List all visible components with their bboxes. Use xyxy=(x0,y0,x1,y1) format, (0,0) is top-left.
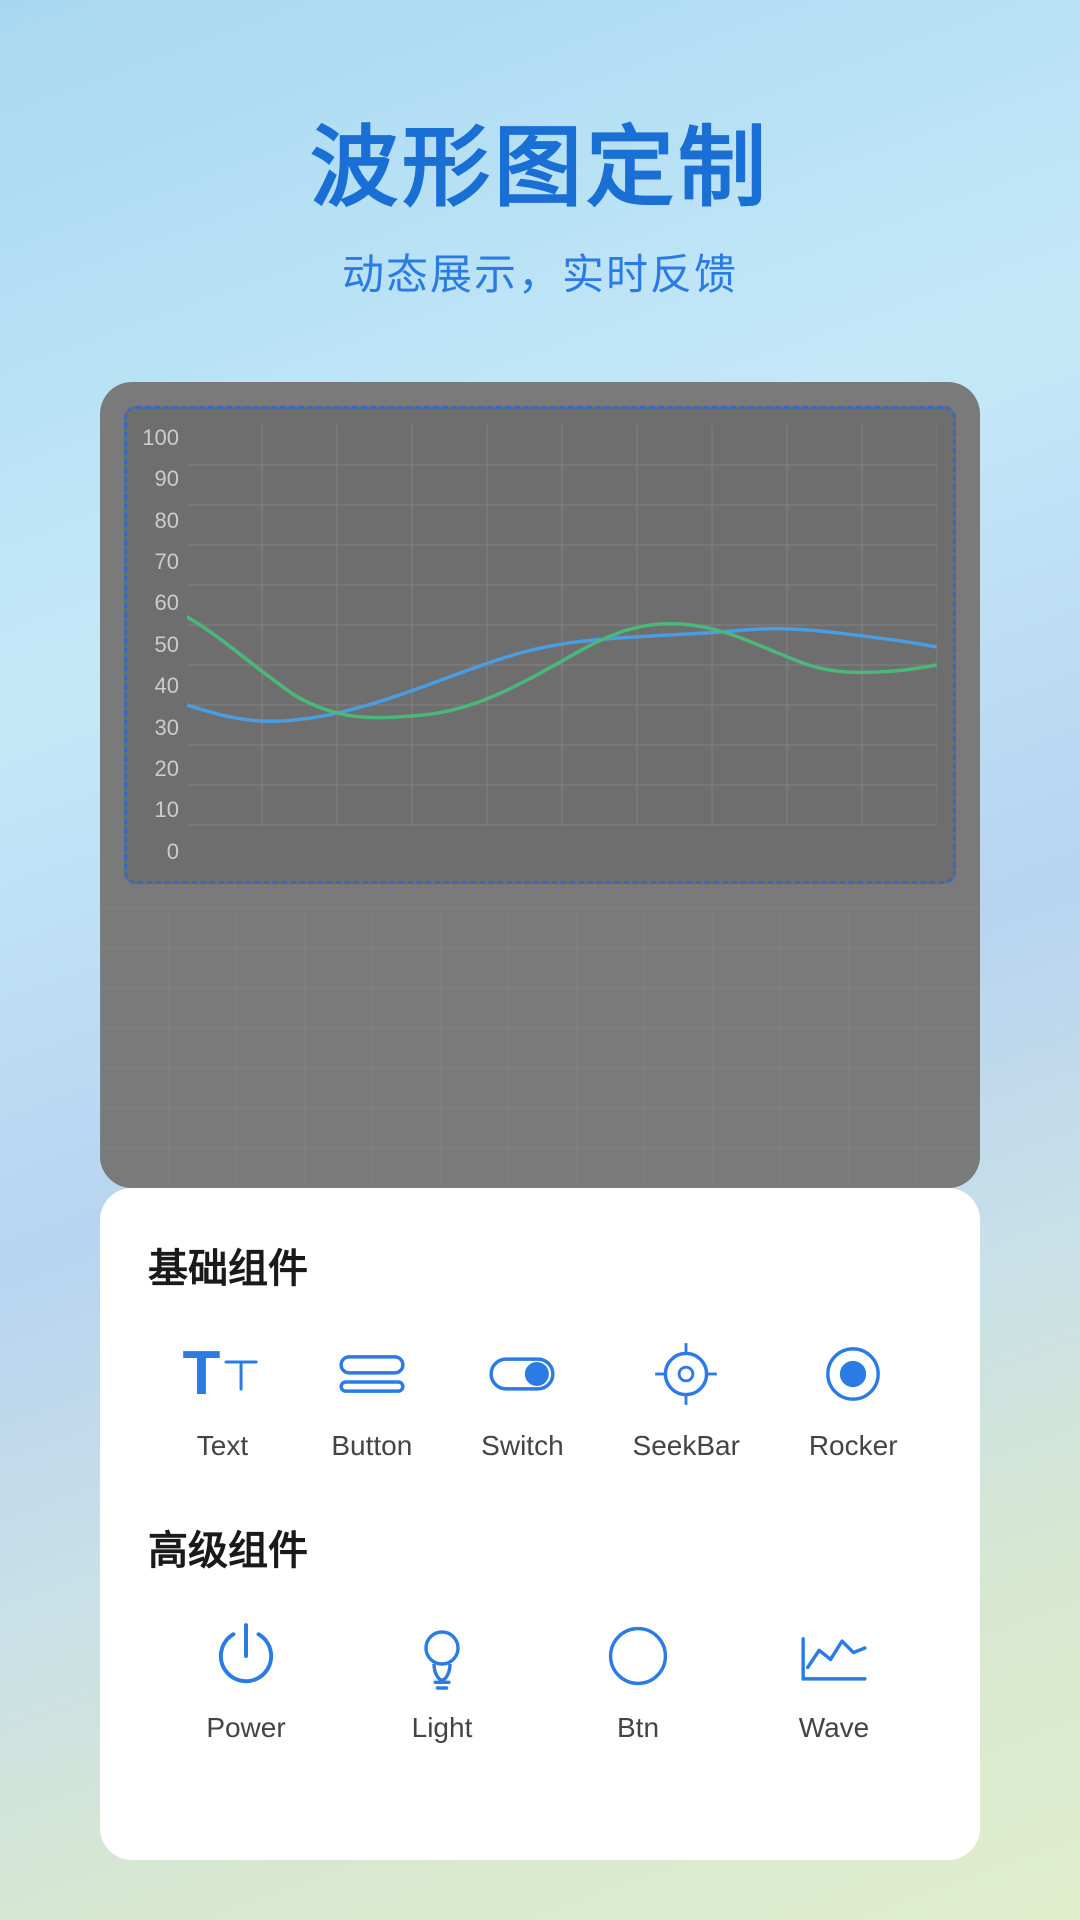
y-label-50: 50 xyxy=(135,632,179,658)
power-icon xyxy=(206,1616,286,1696)
advanced-components-row: Power Light xyxy=(148,1616,932,1744)
light-icon-svg xyxy=(402,1616,482,1696)
wave-icon xyxy=(794,1616,874,1696)
chart-bottom-filler xyxy=(100,908,980,1188)
button-icon xyxy=(332,1334,412,1414)
seekbar-label: SeekBar xyxy=(633,1430,740,1462)
btn-icon xyxy=(598,1616,678,1696)
basic-components-row: Text Button xyxy=(148,1334,932,1462)
basic-section: 基础组件 Text xyxy=(148,1236,932,1462)
component-btn[interactable]: Btn xyxy=(598,1616,678,1744)
switch-icon xyxy=(482,1334,562,1414)
switch-icon-svg xyxy=(482,1334,562,1414)
seekbar-icon-svg xyxy=(646,1334,726,1414)
text-icon xyxy=(182,1334,262,1414)
light-label: Light xyxy=(412,1712,473,1744)
grid-filler-svg xyxy=(100,908,980,1188)
subtitle: 动态展示，实时反馈 xyxy=(310,241,770,302)
component-rocker[interactable]: Rocker xyxy=(809,1334,898,1462)
seekbar-icon xyxy=(646,1334,726,1414)
advanced-section: 高级组件 Power xyxy=(148,1518,932,1744)
power-icon-svg xyxy=(206,1616,286,1696)
chart-inner: 100 90 80 70 60 50 40 30 20 10 0 xyxy=(124,406,956,884)
y-label-10: 10 xyxy=(135,797,179,823)
chart-svg xyxy=(187,425,937,865)
chart-card: 100 90 80 70 60 50 40 30 20 10 0 xyxy=(100,382,980,1188)
y-label-20: 20 xyxy=(135,756,179,782)
chart-area: 100 90 80 70 60 50 40 30 20 10 0 xyxy=(187,425,937,865)
component-seekbar[interactable]: SeekBar xyxy=(633,1334,740,1462)
y-label-90: 90 xyxy=(135,466,179,492)
y-label-0: 0 xyxy=(135,839,179,865)
rocker-label: Rocker xyxy=(809,1430,898,1462)
y-label-60: 60 xyxy=(135,590,179,616)
y-label-40: 40 xyxy=(135,673,179,699)
basic-section-title: 基础组件 xyxy=(148,1236,932,1294)
advanced-section-title: 高级组件 xyxy=(148,1518,932,1576)
text-icon-svg xyxy=(220,1353,262,1395)
y-label-70: 70 xyxy=(135,549,179,575)
component-button[interactable]: Button xyxy=(331,1334,412,1462)
main-title: 波形图定制 xyxy=(310,120,770,217)
component-switch[interactable]: Switch xyxy=(481,1334,563,1462)
component-power[interactable]: Power xyxy=(206,1616,286,1744)
rocker-icon xyxy=(813,1334,893,1414)
button-icon-svg xyxy=(332,1334,412,1414)
power-label: Power xyxy=(206,1712,285,1744)
button-label: Button xyxy=(331,1430,412,1462)
component-wave[interactable]: Wave xyxy=(794,1616,874,1744)
switch-label: Switch xyxy=(481,1430,563,1462)
wave-label: Wave xyxy=(799,1712,870,1744)
rocker-icon-svg xyxy=(813,1334,893,1414)
bottom-panel: 基础组件 Text xyxy=(100,1188,980,1860)
text-label: Text xyxy=(197,1430,248,1462)
y-axis-labels: 100 90 80 70 60 50 40 30 20 10 0 xyxy=(135,425,179,865)
y-label-100: 100 xyxy=(135,425,179,451)
component-light[interactable]: Light xyxy=(402,1616,482,1744)
light-icon xyxy=(402,1616,482,1696)
btn-icon-svg xyxy=(598,1616,678,1696)
header-section: 波形图定制 动态展示，实时反馈 xyxy=(310,0,770,342)
wave-icon-svg xyxy=(794,1616,874,1696)
btn-label: Btn xyxy=(617,1712,659,1744)
component-text[interactable]: Text xyxy=(182,1334,262,1462)
y-label-30: 30 xyxy=(135,715,179,741)
y-label-80: 80 xyxy=(135,508,179,534)
